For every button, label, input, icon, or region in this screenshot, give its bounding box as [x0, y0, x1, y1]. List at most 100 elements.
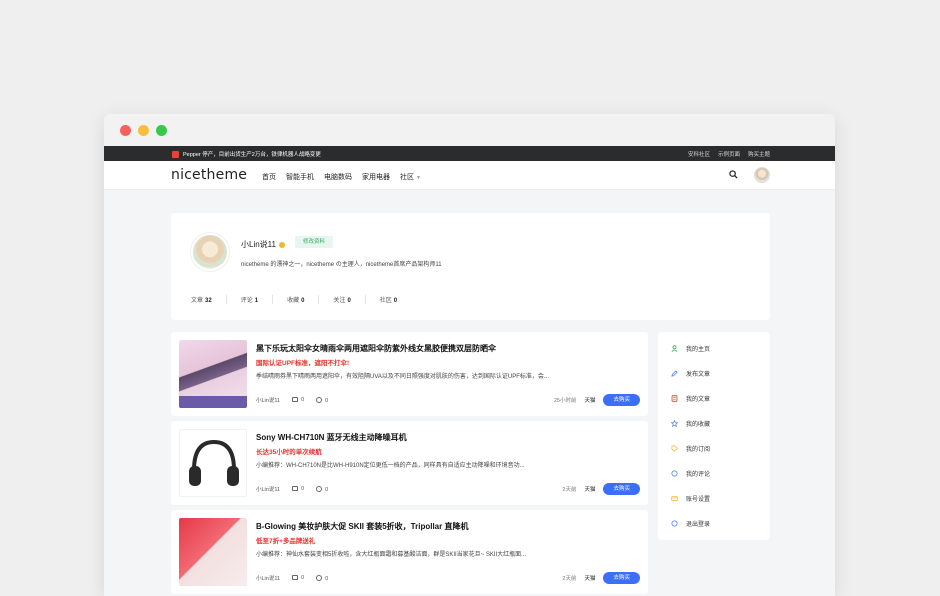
chevron-down-icon: ▼ [416, 175, 421, 181]
item-description: 小编推荐：WH-CH710N是比WH-H910N定位更低一档的产品，同样具有自适… [256, 463, 525, 469]
top-link-sample[interactable]: 示例页面 [718, 150, 740, 158]
comment-icon [292, 575, 299, 580]
item-time: 25小时前 [553, 398, 577, 404]
star-icon [671, 420, 678, 427]
sidebar-item-label: 我的评论 [686, 472, 711, 478]
like-count: 0 [325, 575, 329, 582]
item-subtitle: 长达35小时的单次续航 [256, 449, 322, 456]
nav-item-phones[interactable]: 智能手机 [286, 172, 314, 182]
item-thumbnail[interactable] [179, 429, 247, 497]
logout-icon [671, 520, 678, 527]
item-comments: 0 [292, 486, 304, 492]
pencil-icon [671, 370, 678, 377]
minimize-window-button[interactable] [138, 125, 149, 136]
user-avatar[interactable] [754, 167, 770, 183]
top-links: 安科社区 示例页面 购买主题 [688, 150, 770, 158]
nav-item-community[interactable]: 社区 ▼ [400, 172, 421, 182]
list-item[interactable]: B-Glowing 美妆护肤大促 SKII 套装5折收，Tripollar 直降… [171, 510, 648, 594]
stat-community[interactable]: 社区 0 [380, 295, 411, 304]
item-thumbnail[interactable] [179, 340, 247, 408]
sidebar-item-articles[interactable]: 我的文章 [671, 394, 710, 403]
sidebar-item-publish[interactable]: 发布文章 [671, 369, 710, 378]
sidebar-item-label: 我的订阅 [686, 447, 711, 453]
profile-card: 小Lin说11 修改资料 nicetheme 的漂神之一，nicetheme の… [171, 213, 770, 320]
item-title[interactable]: B-Glowing 美妆护肤大促 SKII 套装5折收，Tripollar 直降… [256, 521, 468, 532]
announcement[interactable]: Pepper 停产，目前出货生产2万台，铁律机器人战略变更 [172, 150, 321, 158]
sidebar-item-favorites[interactable]: 我的收藏 [671, 419, 710, 428]
nav-item-appliances[interactable]: 家用电器 [362, 172, 390, 182]
buy-button[interactable]: 去购买 [603, 394, 640, 406]
stat-label: 社区 [379, 298, 392, 304]
profile-name: 小Lin说11 [241, 239, 285, 250]
item-store: 天猫 [584, 398, 596, 404]
item-subtitle: 低至7折+多品牌送礼 [256, 538, 316, 545]
item-time: 2天前 [562, 576, 577, 582]
item-actions: 2天前 天猫 去购买 [562, 483, 640, 495]
top-link-community[interactable]: 安科社区 [688, 150, 710, 158]
profile-name-text: 小Lin说11 [241, 240, 276, 249]
item-author[interactable]: 小Lin说11 [256, 485, 280, 493]
item-store: 天猫 [584, 576, 596, 582]
profile-stats: 文章 32 评论 1 收藏 0 关注 0 社区 0 [191, 295, 425, 304]
item-author[interactable]: 小Lin说11 [256, 396, 280, 404]
sidebar-item-logout[interactable]: 退出登录 [671, 519, 710, 528]
maximize-window-button[interactable] [156, 125, 167, 136]
item-title[interactable]: 黑下乐玩太阳伞女晴雨伞两用遮阳伞防紫外线女黑胶便携双层防晒伞 [256, 343, 496, 354]
top-link-buy[interactable]: 购买主题 [748, 150, 770, 158]
item-description: 小编推荐：神仙水套装变相5折收啦，含大红瓶面霜和募基酸洁面，群是SKII当家花旦… [256, 552, 527, 558]
announcement-text[interactable]: Pepper 停产，目前出货生产2万台，铁律机器人战略变更 [183, 150, 321, 158]
sidebar-item-label: 账号设置 [686, 497, 711, 503]
item-author[interactable]: 小Lin说11 [256, 574, 280, 582]
item-meta: 小Lin说11 0 0 [256, 574, 328, 582]
verified-icon [278, 241, 285, 248]
item-likes: 0 [316, 574, 329, 582]
stat-label: 评论 [240, 298, 253, 304]
stat-label: 文章 [191, 298, 204, 304]
item-title[interactable]: Sony WH-CH710N 蓝牙无线主动降噪耳机 [256, 432, 407, 443]
sidebar-item-label: 我的文章 [686, 397, 711, 403]
like-icon [316, 396, 323, 403]
main-navbar: nicetheme 首页 智能手机 电脑数码 家用电器 社区 ▼ [104, 161, 835, 190]
edit-profile-button[interactable]: 修改资料 [295, 236, 334, 248]
sidebar-item-home[interactable]: 我的主页 [671, 344, 710, 353]
sidebar-item-settings[interactable]: 账号设置 [671, 494, 710, 503]
site-logo[interactable]: nicetheme [171, 167, 247, 183]
item-likes: 0 [316, 485, 328, 493]
search-icon[interactable] [729, 170, 738, 179]
comment-icon [671, 470, 678, 477]
stat-articles[interactable]: 文章 32 [191, 295, 227, 304]
nav-item-community-label: 社区 [400, 174, 414, 181]
sidebar-item-label: 退出登录 [686, 522, 711, 528]
sidebar-item-subscriptions[interactable]: 我的订阅 [671, 444, 710, 453]
like-icon [316, 574, 323, 581]
item-meta: 小Lin说11 0 0 [256, 485, 328, 493]
user-sidebar: 我的主页 发布文章 我的文章 我的收藏 我的订阅 我的评论 账号设置 退出登录 [658, 332, 770, 540]
list-item[interactable]: 黑下乐玩太阳伞女晴雨伞两用遮阳伞防紫外线女黑胶便携双层防晒伞 国际认证UPF标准… [171, 332, 648, 416]
item-time: 2天前 [562, 487, 577, 493]
stat-value: 1 [254, 298, 259, 304]
item-store: 天猫 [584, 487, 596, 493]
stat-favorites[interactable]: 收藏 0 [287, 295, 320, 304]
user-icon [671, 345, 678, 352]
nav-item-home[interactable]: 首页 [262, 172, 276, 182]
stat-comments[interactable]: 评论 1 [240, 295, 274, 304]
stat-label: 关注 [333, 298, 346, 304]
announcement-icon [172, 150, 179, 158]
close-window-button[interactable] [120, 125, 131, 136]
item-actions: 2天前 天猫 去购买 [562, 572, 640, 584]
stat-following[interactable]: 关注 0 [333, 295, 366, 304]
item-subtitle: 国际认证UPF标准，遮阳不打伞! [256, 360, 350, 367]
list-item[interactable]: Sony WH-CH710N 蓝牙无线主动降噪耳机 长达35小时的单次续航 小编… [171, 421, 648, 505]
stat-value: 0 [301, 298, 305, 304]
buy-button[interactable]: 去购买 [603, 572, 640, 584]
top-announcement-bar: Pepper 停产，目前出货生产2万台，铁律机器人战略变更 安科社区 示例页面 … [104, 146, 835, 161]
item-meta: 小Lin说11 0 0 [256, 396, 328, 404]
nav-item-digital[interactable]: 电脑数码 [324, 172, 352, 182]
buy-button[interactable]: 去购买 [603, 483, 640, 495]
comment-icon [292, 397, 299, 402]
headphones-icon [189, 439, 239, 486]
comment-count: 0 [301, 397, 305, 403]
item-description: 季结晴雨券黑下晴雨两用遮阳伞，有效阻隔UVA以及不同日照强度对肌肤的伤害，达到国… [256, 374, 549, 380]
sidebar-item-comments[interactable]: 我的评论 [671, 469, 710, 478]
item-thumbnail[interactable] [179, 518, 247, 586]
